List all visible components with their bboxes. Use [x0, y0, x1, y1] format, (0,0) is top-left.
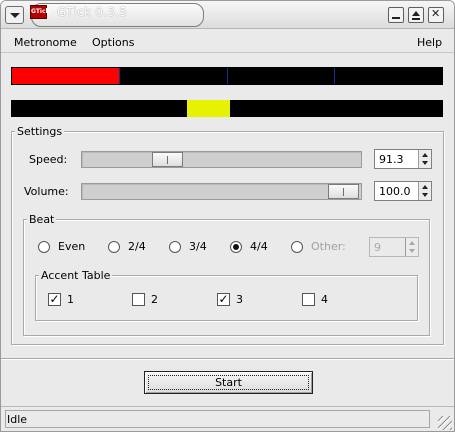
start-button-label: Start: [148, 375, 309, 390]
accent-checkbox-3-box[interactable]: ✓: [217, 293, 230, 306]
beat-segment-1: [12, 68, 120, 84]
radio-even-indicator[interactable]: [38, 240, 50, 253]
spin-up-icon[interactable]: [422, 153, 428, 157]
radio-even-label: Even: [58, 240, 86, 253]
other-beat-value[interactable]: 9: [374, 241, 381, 254]
close-button[interactable]: [428, 7, 444, 23]
window-menu-button[interactable]: [5, 6, 24, 24]
app-logo-text: GTick: [31, 8, 50, 15]
beat-segment-3: [227, 68, 336, 84]
accent-checkbox-4-label: 4: [321, 293, 328, 306]
menu-help[interactable]: Help: [417, 36, 442, 49]
beat-indicator-bar: [11, 67, 443, 85]
accent-checkbox-1[interactable]: ✓ 1: [48, 293, 74, 306]
settings-title: Settings: [15, 125, 65, 138]
accent-checkbox-1-label: 1: [67, 293, 74, 306]
radio-4-4-indicator[interactable]: [230, 240, 242, 253]
spin-down-icon[interactable]: [422, 193, 428, 197]
other-beat-spinbox[interactable]: 9: [369, 237, 419, 257]
other-spin-arrows[interactable]: [405, 238, 418, 256]
pendulum-bar: [11, 100, 443, 117]
radio-3-4-indicator[interactable]: [169, 240, 181, 253]
radio-4-4-label: 4/4: [250, 240, 268, 253]
radio-other-label: Other:: [311, 240, 346, 253]
accent-table-title: Accent Table: [39, 269, 113, 282]
menu-bar: Metronome Options Help: [1, 31, 454, 53]
status-bar: Idle: [1, 406, 454, 431]
gtick-window: GTick GTick 0.3.5 Metronome Options Help…: [0, 0, 455, 432]
speed-slider-thumb[interactable]: [152, 152, 183, 167]
radio-2-4-label: 2/4: [128, 240, 146, 253]
radio-even[interactable]: Even: [38, 240, 85, 253]
volume-value[interactable]: 100.0: [379, 185, 411, 198]
speed-slider[interactable]: [81, 151, 362, 168]
window-title: GTick 0.3.5: [57, 5, 128, 19]
accent-checkbox-1-box[interactable]: ✓: [48, 293, 61, 306]
beat-segment-2: [119, 68, 228, 84]
accent-checkbox-4[interactable]: 4: [302, 293, 328, 306]
accent-checkbox-3[interactable]: ✓ 3: [217, 293, 243, 306]
menu-metronome[interactable]: Metronome: [14, 36, 77, 49]
accent-checkbox-2[interactable]: 2: [132, 293, 158, 306]
volume-spin-arrows[interactable]: [418, 182, 431, 200]
separator: [1, 358, 454, 360]
radio-other[interactable]: Other:: [291, 240, 346, 253]
accent-checkbox-2-label: 2: [151, 293, 158, 306]
maximize-button[interactable]: [408, 7, 424, 23]
speed-label: Speed:: [29, 153, 68, 166]
beat-title: Beat: [27, 213, 57, 226]
radio-2-4[interactable]: 2/4: [108, 240, 146, 253]
volume-label: Volume:: [24, 185, 69, 198]
pendulum-marker: [187, 100, 230, 117]
beat-segment-4: [335, 68, 442, 84]
volume-slider[interactable]: [81, 183, 362, 200]
app-logo-icon: GTick: [30, 5, 50, 19]
radio-other-indicator[interactable]: [291, 240, 303, 253]
menu-options[interactable]: Options: [92, 36, 134, 49]
spin-up-icon[interactable]: [422, 185, 428, 189]
title-bar[interactable]: GTick GTick 0.3.5: [1, 1, 454, 29]
status-text: Idle: [5, 410, 430, 428]
speed-spin-arrows[interactable]: [418, 150, 431, 168]
spin-down-icon[interactable]: [422, 161, 428, 165]
resize-grip-icon[interactable]: [438, 416, 452, 430]
accent-checkbox-4-box[interactable]: [302, 293, 315, 306]
minimize-button[interactable]: [388, 7, 404, 23]
volume-spinbox[interactable]: 100.0: [374, 181, 432, 201]
start-button[interactable]: Start: [144, 371, 313, 394]
accent-checkbox-3-label: 3: [236, 293, 243, 306]
radio-2-4-indicator[interactable]: [108, 240, 120, 253]
speed-spinbox[interactable]: 91.3: [374, 149, 432, 169]
spin-down-icon[interactable]: [409, 249, 415, 253]
accent-checkbox-2-box[interactable]: [132, 293, 145, 306]
radio-3-4-label: 3/4: [189, 240, 207, 253]
speed-value[interactable]: 91.3: [379, 153, 404, 166]
radio-3-4[interactable]: 3/4: [169, 240, 207, 253]
radio-4-4[interactable]: 4/4: [230, 240, 268, 253]
volume-slider-thumb[interactable]: [328, 184, 359, 199]
spin-up-icon[interactable]: [409, 241, 415, 245]
